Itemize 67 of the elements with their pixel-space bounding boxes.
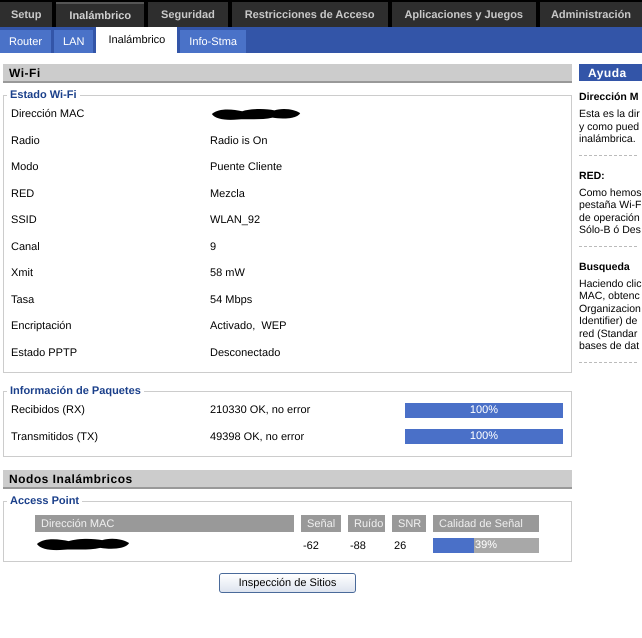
help-text: bases de dat bbox=[579, 340, 640, 352]
field-label: Recibidos (RX) bbox=[11, 404, 86, 416]
field-label: Estado PPTP bbox=[11, 346, 78, 359]
field-value: Activado, WEP bbox=[210, 320, 288, 332]
field-label: SSID bbox=[11, 214, 38, 226]
sub-tab[interactable]: Inalámbrico bbox=[96, 27, 178, 53]
field-value: Desconectado bbox=[210, 346, 282, 359]
section-header: Wi-Fi bbox=[3, 64, 572, 83]
main-tab[interactable]: Inalámbrico bbox=[56, 2, 144, 27]
sub-tab[interactable]: Router bbox=[0, 30, 52, 53]
main-tab[interactable]: Administración bbox=[540, 2, 642, 27]
field-label: Xmit bbox=[11, 267, 34, 280]
field-value: Mezcla bbox=[210, 188, 246, 200]
field-label: Transmitidos (TX) bbox=[11, 430, 99, 443]
field-label: Dirección MAC bbox=[11, 108, 86, 120]
table-cell-text: 26 bbox=[393, 540, 408, 552]
help-text: Haciendo clic bbox=[579, 278, 642, 290]
help-heading: Dirección M bbox=[579, 91, 639, 103]
field-value: 210330 OK, no error bbox=[210, 404, 312, 416]
column-header: SNR bbox=[392, 515, 426, 532]
help-text: y como pued bbox=[579, 120, 640, 133]
field-value: Radio is On bbox=[210, 134, 268, 147]
quality-reading: 39% bbox=[474, 538, 498, 553]
column-header: Dirección MAC bbox=[35, 515, 294, 532]
main-tab[interactable]: Seguridad bbox=[148, 2, 228, 27]
help-heading: Busqueda bbox=[579, 260, 630, 272]
help-text: inalámbrica. bbox=[579, 133, 636, 146]
help-heading: RED: bbox=[579, 170, 605, 182]
field-value: WLAN_92 bbox=[210, 214, 262, 226]
column-header: Señal bbox=[301, 515, 341, 532]
panel-legend: Estado Wi-Fi bbox=[7, 89, 80, 101]
help-text: pestaña Wi-F bbox=[579, 199, 642, 212]
progress-reading: 100% bbox=[468, 402, 500, 418]
sub-tab[interactable]: LAN bbox=[54, 30, 94, 53]
panel-legend: Access Point bbox=[7, 495, 82, 507]
main-tab[interactable]: Setup bbox=[0, 2, 52, 27]
main-tab[interactable]: Restricciones de Acceso bbox=[232, 2, 388, 27]
field-label: Radio bbox=[11, 134, 41, 147]
help-text: de operación bbox=[579, 212, 640, 224]
field-label: Canal bbox=[11, 240, 41, 253]
help-text: Organizacion bbox=[579, 302, 641, 315]
field-value: 49398 OK, no error bbox=[210, 430, 306, 443]
help-text: Sólo-B ó Des bbox=[579, 224, 641, 236]
help-text: Como hemos bbox=[579, 186, 642, 199]
field-label: Modo bbox=[11, 161, 40, 174]
column-header: Calidad de Señal bbox=[433, 515, 539, 532]
section-header: Nodos Inalámbricos bbox=[3, 470, 572, 489]
progress-reading: 100% bbox=[468, 429, 500, 444]
field-label: RED bbox=[11, 188, 36, 200]
help-text: red (Standar bbox=[579, 328, 638, 340]
help-header: Ayuda bbox=[579, 64, 642, 81]
sub-tab[interactable]: Info-Stma bbox=[180, 30, 246, 53]
table-cell-text: -62 bbox=[302, 540, 320, 552]
field-value: 9 bbox=[210, 240, 218, 253]
table-cell-text: -88 bbox=[349, 540, 367, 552]
help-text: MAC, obtenc bbox=[579, 290, 640, 302]
help-text: Identifier) de bbox=[579, 315, 638, 328]
help-text: Esta es la dir bbox=[579, 108, 640, 120]
site-survey-button[interactable]: Inspección de Sitios bbox=[219, 573, 356, 593]
field-label: Tasa bbox=[11, 294, 36, 306]
field-value: Puente Cliente bbox=[210, 161, 284, 174]
main-tab[interactable]: Aplicaciones y Juegos bbox=[392, 2, 536, 27]
panel-legend: Información de Paquetes bbox=[7, 385, 144, 397]
field-value: 54 Mbps bbox=[210, 294, 254, 306]
field-value: 58 mW bbox=[210, 267, 246, 280]
field-label: Encriptación bbox=[11, 320, 73, 332]
column-header: Ruído bbox=[348, 515, 385, 532]
